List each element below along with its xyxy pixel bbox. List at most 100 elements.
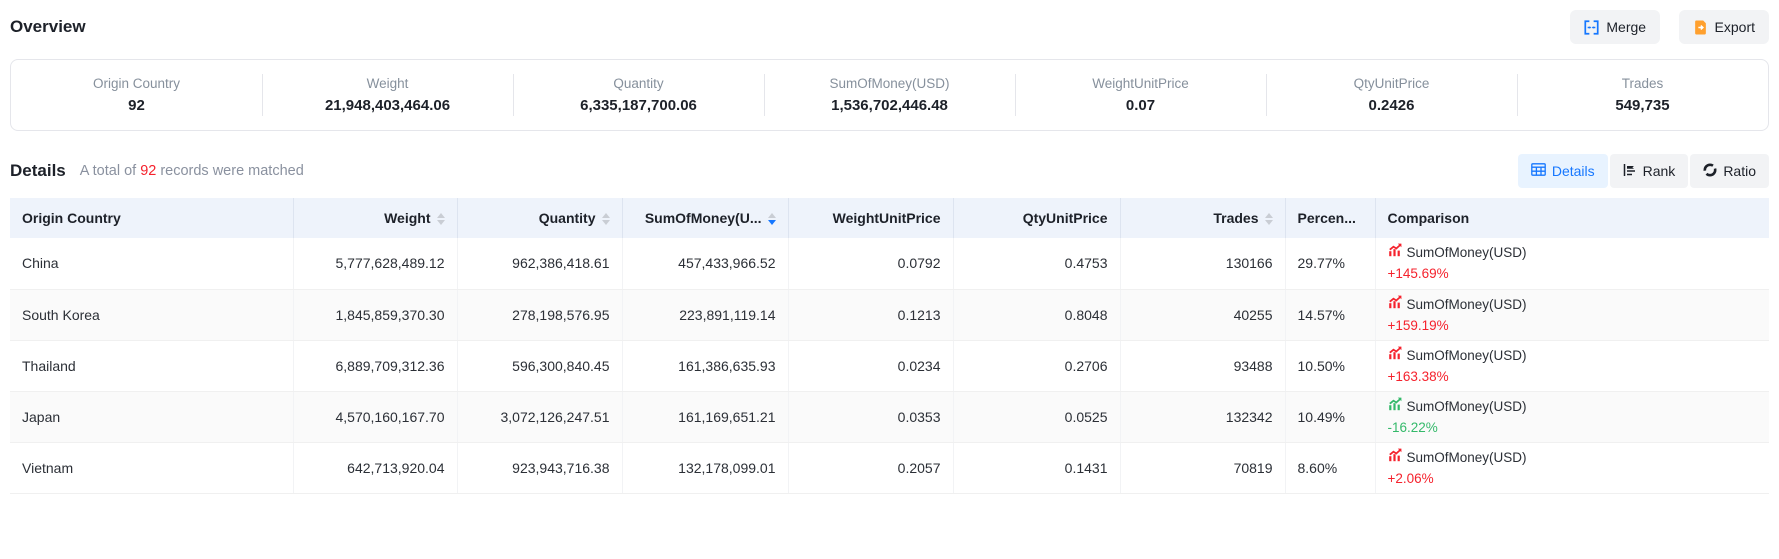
cell-sum-of-money: 161,169,651.21 <box>622 391 788 442</box>
comparison-metric-line: SumOfMoney(USD) <box>1388 346 1758 365</box>
cell-qty-unit-price: 0.2706 <box>953 340 1120 391</box>
stat-label: Weight <box>367 76 409 91</box>
column-header-trades[interactable]: Trades <box>1120 198 1285 238</box>
comparison-metric-label: SumOfMoney(USD) <box>1407 243 1527 262</box>
stat-value: 0.07 <box>1126 97 1155 114</box>
merge-icon <box>1584 20 1599 35</box>
table-row[interactable]: Thailand 6,889,709,312.36 596,300,840.45… <box>10 340 1769 391</box>
trend-chart-icon <box>1388 346 1402 365</box>
cell-sum-of-money: 161,386,635.93 <box>622 340 788 391</box>
cell-weight: 4,570,160,167.70 <box>293 391 457 442</box>
column-header-label: QtyUnitPrice <box>1023 210 1108 226</box>
cell-comparison: SumOfMoney(USD) +163.38% <box>1375 340 1769 391</box>
column-header-qty-unit-price: QtyUnitPrice <box>953 198 1120 238</box>
cell-percentage: 8.60% <box>1285 442 1375 493</box>
cell-weight-unit-price: 0.0234 <box>788 340 953 391</box>
stat-label: Trades <box>1622 76 1664 91</box>
cell-qty-unit-price: 0.4753 <box>953 238 1120 289</box>
sort-carets-icon[interactable] <box>437 213 445 225</box>
view-switcher: Details Rank Ratio <box>1518 154 1769 188</box>
page: Overview Merge <box>0 8 1779 494</box>
summary-prefix: A total of <box>80 163 136 179</box>
column-header-sum-of-money[interactable]: SumOfMoney(U... <box>622 198 788 238</box>
stat-weight: Weight 21,948,403,464.06 <box>262 60 513 130</box>
comparison-trend: SumOfMoney(USD) +2.06% <box>1388 448 1758 488</box>
cell-percentage: 10.50% <box>1285 340 1375 391</box>
export-button[interactable]: Export <box>1679 10 1769 44</box>
view-tab-ratio[interactable]: Ratio <box>1690 154 1769 188</box>
column-header-label: Trades <box>1213 210 1258 226</box>
column-header-label: Weight <box>384 210 430 226</box>
comparison-metric-label: SumOfMoney(USD) <box>1407 397 1527 416</box>
record-count: 92 <box>140 163 156 179</box>
trend-chart-icon <box>1388 397 1402 416</box>
stat-value: 1,536,702,446.48 <box>831 97 948 114</box>
column-header-label: Origin Country <box>22 210 121 226</box>
cell-weight: 6,889,709,312.36 <box>293 340 457 391</box>
stat-sum-of-money: SumOfMoney(USD) 1,536,702,446.48 <box>764 60 1015 130</box>
overview-title: Overview <box>10 17 86 37</box>
comparison-metric-line: SumOfMoney(USD) <box>1388 397 1758 416</box>
comparison-change-value: +2.06% <box>1388 469 1758 488</box>
stat-value: 21,948,403,464.06 <box>325 97 450 114</box>
stat-label: Quantity <box>613 76 663 91</box>
table-row[interactable]: Vietnam 642,713,920.04 923,943,716.38 13… <box>10 442 1769 493</box>
cell-weight-unit-price: 0.2057 <box>788 442 953 493</box>
cell-weight: 5,777,628,489.12 <box>293 238 457 289</box>
overview-actions: Merge Export <box>1570 10 1769 44</box>
stat-label: Origin Country <box>93 76 180 91</box>
cell-weight-unit-price: 0.1213 <box>788 289 953 340</box>
cell-percentage: 29.77% <box>1285 238 1375 289</box>
column-header-weight[interactable]: Weight <box>293 198 457 238</box>
comparison-trend: SumOfMoney(USD) +159.19% <box>1388 295 1758 335</box>
cell-trades: 93488 <box>1120 340 1285 391</box>
column-header-origin-country[interactable]: Origin Country <box>10 198 293 238</box>
sort-carets-icon[interactable] <box>768 213 776 225</box>
cell-sum-of-money: 132,178,099.01 <box>622 442 788 493</box>
column-header-label: Comparison <box>1388 210 1470 226</box>
cell-origin-country: Thailand <box>10 340 293 391</box>
cell-qty-unit-price: 0.1431 <box>953 442 1120 493</box>
cell-weight: 642,713,920.04 <box>293 442 457 493</box>
cell-comparison: SumOfMoney(USD) -16.22% <box>1375 391 1769 442</box>
table-header: Origin Country Weight Quantity SumOfMone… <box>10 198 1769 238</box>
ratio-icon <box>1703 163 1717 180</box>
cell-sum-of-money: 223,891,119.14 <box>622 289 788 340</box>
cell-trades: 70819 <box>1120 442 1285 493</box>
cell-comparison: SumOfMoney(USD) +159.19% <box>1375 289 1769 340</box>
trend-chart-icon <box>1388 295 1402 314</box>
stat-label: QtyUnitPrice <box>1354 76 1430 91</box>
table-row[interactable]: South Korea 1,845,859,370.30 278,198,576… <box>10 289 1769 340</box>
stat-origin-country: Origin Country 92 <box>11 60 262 130</box>
stat-value: 92 <box>128 97 145 114</box>
export-icon <box>1693 20 1708 35</box>
table-row[interactable]: Japan 4,570,160,167.70 3,072,126,247.51 … <box>10 391 1769 442</box>
sort-carets-icon[interactable] <box>602 213 610 225</box>
view-tab-rank[interactable]: Rank <box>1610 154 1689 188</box>
stat-label: WeightUnitPrice <box>1092 76 1189 91</box>
sort-carets-icon[interactable] <box>1265 213 1273 225</box>
export-button-label: Export <box>1715 19 1755 35</box>
column-header-label: Percen... <box>1298 210 1356 226</box>
stat-value: 0.2426 <box>1369 97 1415 114</box>
cell-qty-unit-price: 0.8048 <box>953 289 1120 340</box>
rank-icon <box>1623 163 1637 180</box>
table-body: China 5,777,628,489.12 962,386,418.61 45… <box>10 238 1769 493</box>
table-row[interactable]: China 5,777,628,489.12 962,386,418.61 45… <box>10 238 1769 289</box>
cell-percentage: 10.49% <box>1285 391 1375 442</box>
comparison-metric-line: SumOfMoney(USD) <box>1388 295 1758 314</box>
view-tab-details[interactable]: Details <box>1518 154 1608 188</box>
stat-value: 549,735 <box>1615 97 1669 114</box>
stat-qty-unit-price: QtyUnitPrice 0.2426 <box>1266 60 1517 130</box>
table-header-row: Origin Country Weight Quantity SumOfMone… <box>10 198 1769 238</box>
cell-quantity: 596,300,840.45 <box>457 340 622 391</box>
stat-weight-unit-price: WeightUnitPrice 0.07 <box>1015 60 1266 130</box>
overview-header: Overview Merge <box>10 8 1769 46</box>
column-header-quantity[interactable]: Quantity <box>457 198 622 238</box>
cell-qty-unit-price: 0.0525 <box>953 391 1120 442</box>
comparison-metric-label: SumOfMoney(USD) <box>1407 295 1527 314</box>
comparison-change-value: +159.19% <box>1388 316 1758 335</box>
view-tab-label: Ratio <box>1723 163 1756 179</box>
merge-button[interactable]: Merge <box>1570 10 1660 44</box>
stat-trades: Trades 549,735 <box>1517 60 1768 130</box>
